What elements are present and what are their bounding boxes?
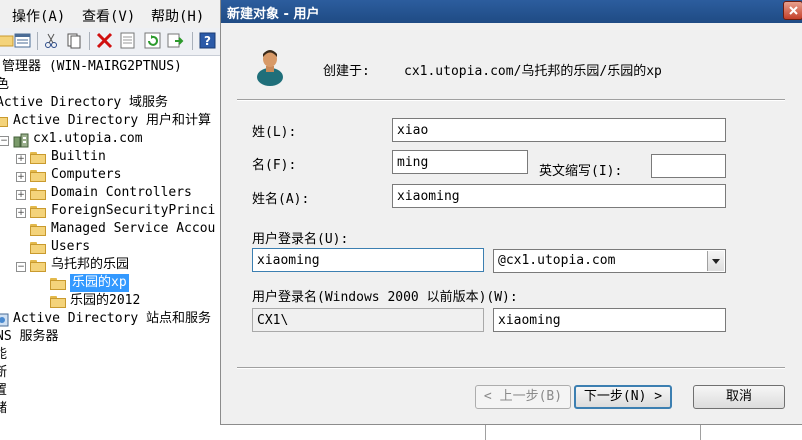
- tree-item-computers[interactable]: Computers: [51, 166, 121, 184]
- refresh-icon[interactable]: [144, 32, 161, 49]
- last-name-label: 姓(L):: [252, 125, 297, 140]
- export-icon[interactable]: [167, 32, 184, 49]
- initials-label: 英文缩写(I):: [539, 164, 623, 179]
- domain-suffix-select[interactable]: @cx1.utopia.com: [493, 249, 726, 273]
- sites-icon: [0, 313, 9, 327]
- tree-item-managed-service[interactable]: Managed Service Accou: [51, 220, 215, 238]
- toolbar-separator: [192, 32, 193, 50]
- collapse-icon[interactable]: −: [16, 262, 26, 272]
- folder-view-icon[interactable]: [0, 32, 15, 49]
- menu-action[interactable]: 操作(A): [12, 6, 65, 26]
- ou-folder-icon: [30, 260, 46, 272]
- tree-item-sites[interactable]: Active Directory 站点和服务: [13, 310, 211, 328]
- console-tree: 管理器 (WIN-MAIRG2PTNUS) 色 Active Directory…: [0, 56, 222, 440]
- cut-icon[interactable]: [43, 32, 60, 49]
- collapse-icon[interactable]: −: [0, 136, 9, 146]
- tree-item-c1[interactable]: 能: [0, 346, 7, 364]
- svg-text:?: ?: [204, 34, 211, 48]
- toolbar-separator: [89, 32, 90, 50]
- dialog-titlebar[interactable]: 新建对象 - 用户: [221, 0, 802, 23]
- full-name-label: 姓名(A):: [252, 192, 310, 207]
- first-name-field[interactable]: [392, 150, 528, 174]
- next-button[interactable]: 下一步(N) >: [574, 385, 672, 409]
- folder-icon: [30, 170, 46, 182]
- copy-icon[interactable]: [65, 32, 82, 49]
- ou-folder-icon: [50, 278, 66, 290]
- last-name-field[interactable]: [392, 118, 726, 142]
- back-button[interactable]: < 上一步(B): [475, 385, 571, 409]
- domain-suffix-value: @cx1.utopia.com: [498, 253, 616, 268]
- expand-icon[interactable]: +: [16, 208, 26, 218]
- logon-name-field[interactable]: [252, 248, 484, 272]
- created-in-path: cx1.utopia.com/乌托邦的乐园/乐园的xp: [404, 64, 662, 79]
- new-user-dialog: 新建对象 - 用户 创建于: cx1.utopia.com/乌托邦的乐园/乐园的…: [220, 0, 802, 425]
- menu-view[interactable]: 查看(V): [82, 6, 135, 26]
- folder-icon: [30, 242, 46, 254]
- pre2000-domain-field: [252, 308, 484, 332]
- dialog-title: 新建对象 - 用户: [227, 7, 320, 22]
- tree-item-c3[interactable]: 置: [0, 382, 7, 400]
- tree-item-domain-controllers[interactable]: Domain Controllers: [51, 184, 192, 202]
- domain-icon: [13, 133, 29, 148]
- initials-field[interactable]: [651, 154, 726, 178]
- cancel-button[interactable]: 取消: [693, 385, 785, 409]
- expand-icon[interactable]: +: [16, 154, 26, 164]
- tree-item-ou-2012[interactable]: 乐园的2012: [70, 292, 140, 310]
- created-in-label: 创建于:: [323, 64, 370, 79]
- first-name-label: 名(F):: [252, 158, 297, 173]
- list-view-icon[interactable]: [14, 32, 31, 49]
- help-icon[interactable]: ?: [199, 32, 216, 49]
- divider: [237, 99, 785, 101]
- tree-item-builtin[interactable]: Builtin: [51, 148, 106, 166]
- tree-root[interactable]: 管理器 (WIN-MAIRG2PTNUS): [2, 58, 182, 76]
- logon-name-label: 用户登录名(U):: [252, 232, 349, 247]
- tree-item-role[interactable]: 色: [0, 76, 9, 94]
- full-name-field[interactable]: [392, 184, 726, 208]
- tree-item-ou[interactable]: 乌托邦的乐园: [51, 256, 129, 274]
- delete-icon[interactable]: [96, 32, 113, 49]
- tree-item-aduc[interactable]: Active Directory 用户和计算: [13, 112, 211, 130]
- folder-icon: [30, 206, 46, 218]
- tree-item-dns[interactable]: NS 服务器: [0, 328, 58, 346]
- tree-item-domain[interactable]: cx1.utopia.com: [33, 130, 143, 148]
- tree-item-adds[interactable]: Active Directory 域服务: [0, 94, 168, 112]
- toolbar-separator: [37, 32, 38, 50]
- tree-item-c4[interactable]: 储: [0, 400, 7, 418]
- ou-folder-icon: [50, 296, 66, 308]
- pre2000-label: 用户登录名(Windows 2000 以前版本)(W):: [252, 290, 518, 305]
- properties-icon[interactable]: [119, 32, 136, 49]
- chevron-down-icon[interactable]: [707, 251, 724, 271]
- expand-icon[interactable]: +: [16, 172, 26, 182]
- tree-item-c2[interactable]: 断: [0, 364, 7, 382]
- tree-item-users[interactable]: Users: [51, 238, 90, 256]
- folder-icon: [30, 152, 46, 164]
- aduc-icon: [0, 115, 8, 127]
- divider: [237, 367, 785, 369]
- ou-folder-icon: [30, 188, 46, 200]
- folder-icon: [30, 224, 46, 236]
- details-pane: [222, 425, 802, 440]
- tree-item-foreign-security[interactable]: ForeignSecurityPrinci: [51, 202, 215, 220]
- close-icon: [789, 6, 798, 15]
- menu-help[interactable]: 帮助(H): [151, 6, 204, 26]
- close-button[interactable]: [783, 1, 802, 20]
- expand-icon[interactable]: +: [16, 190, 26, 200]
- pre2000-logon-field[interactable]: [493, 308, 726, 332]
- tree-item-ou-xp[interactable]: 乐园的xp: [70, 274, 129, 292]
- user-icon: [257, 50, 283, 86]
